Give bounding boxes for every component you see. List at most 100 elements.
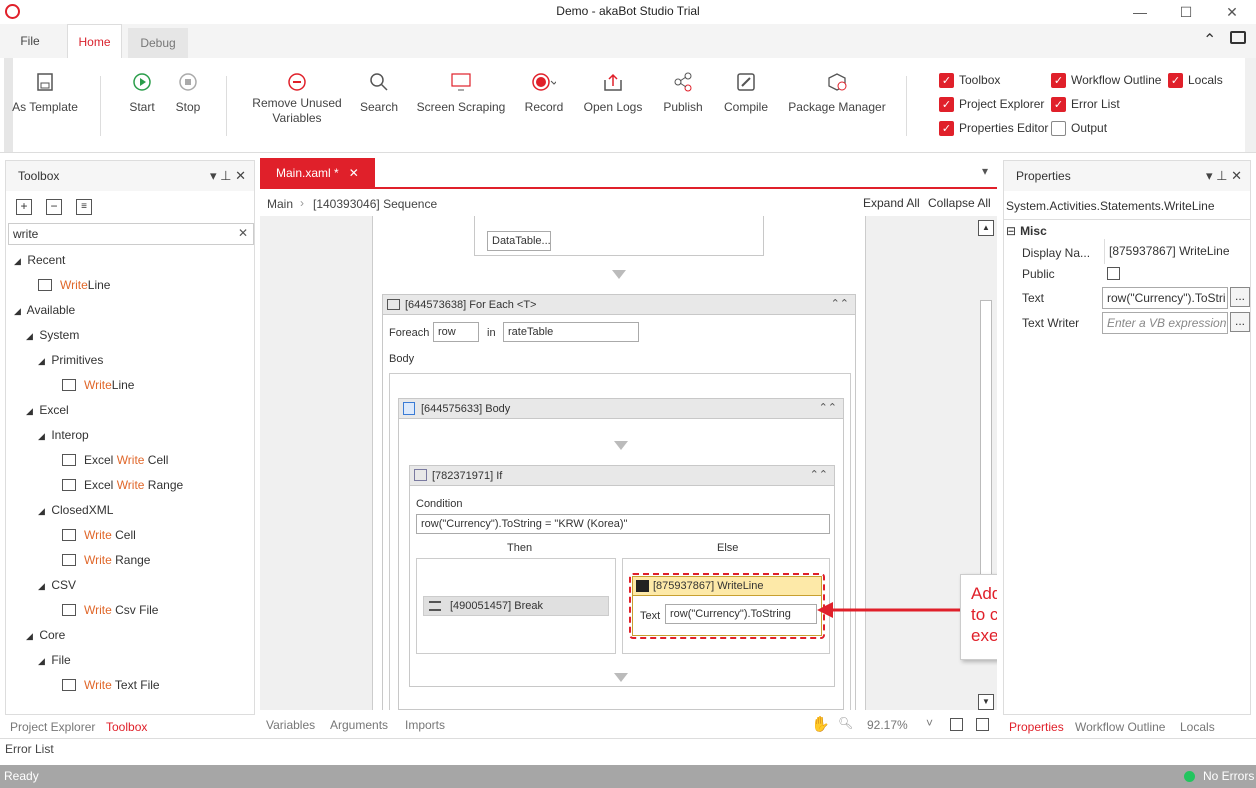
panel-controls[interactable]: ▾ ⊥ ✕ [210,161,246,191]
tree-primitives[interactable]: ◢ Primitives [14,348,252,373]
scroll-thumb[interactable] [980,300,992,600]
expand-all-icon[interactable]: + [16,199,32,215]
breadcrumb-main[interactable]: Main [267,197,293,211]
expand-all-link[interactable]: Expand All [863,196,920,210]
list-view-icon[interactable]: ≡ [76,199,92,215]
collapse-icon[interactable]: ⌃⌃ [810,468,828,481]
text-property-input[interactable]: row("Currency").ToStri [1102,287,1228,309]
zoom-icon[interactable]: 🔍︎ [838,716,853,730]
public-checkbox[interactable] [1107,267,1120,280]
breadcrumb-sequence[interactable]: [140393046] Sequence [313,197,437,211]
text-ellipsis-button[interactable]: ... [1230,287,1250,307]
tab-toolbox[interactable]: Toolbox [106,720,147,734]
close-tab-icon[interactable]: ✕ [349,166,359,180]
error-list-tab[interactable]: Error List [5,742,54,756]
tab-workflow-outline[interactable]: Workflow Outline [1075,720,1165,734]
scroll-down-icon[interactable]: ▼ [978,694,994,710]
overview-icon[interactable] [976,718,989,731]
toolbox-item-writeline[interactable]: WriteLine [14,373,252,398]
collapse-all-icon[interactable]: − [46,199,62,215]
tree-interop[interactable]: ◢ Interop [14,423,252,448]
project-explorer-checkbox[interactable]: ✓ Project Explorer [939,94,1044,114]
doc-tabs-dropdown-icon[interactable]: ▾ [982,164,988,178]
else-branch[interactable]: [875937867] WriteLine Text row("Currency… [622,558,830,654]
compile-button[interactable]: Compile [718,58,774,153]
collapse-icon[interactable]: ⌃⌃ [819,401,837,414]
display-name-field[interactable]: [875937867] WriteLine [1104,239,1250,264]
maximize-icon[interactable]: ☐ [1176,2,1196,22]
close-icon[interactable]: ✕ [1222,2,1242,22]
output-checkbox[interactable]: Output [1051,118,1107,138]
then-branch[interactable]: [490051457] Break [416,558,616,654]
error-list-checkbox[interactable]: ✓ Error List [1051,94,1120,114]
body-sequence[interactable]: [644575633] Body ⌃⌃ [782371971] If ⌃⌃ Co… [398,398,844,710]
writeline-activity[interactable]: [875937867] WriteLine Text row("Currency… [632,576,822,636]
text-writer-ellipsis-button[interactable]: ... [1230,312,1250,332]
datatable-field[interactable]: DataTable... [487,231,551,251]
hand-pan-icon[interactable]: ✋ [811,715,830,733]
scroll-up-icon[interactable]: ▲ [978,220,994,236]
remove-icon [285,70,309,94]
package-manager-button[interactable]: Package Manager [784,58,890,153]
imports-tab[interactable]: Imports [405,718,445,732]
toolbox-item-write-cell[interactable]: Write Cell [14,523,252,548]
minimize-icon[interactable]: — [1130,2,1150,22]
break-activity[interactable]: [490051457] Break [423,596,609,616]
read-range-activity[interactable]: DataTable... [474,216,764,256]
clear-search-icon[interactable]: ✕ [238,226,248,240]
panel-controls[interactable]: ▾ ⊥ ✕ [1206,161,1242,191]
publish-button[interactable]: Publish [658,58,708,153]
tab-file[interactable]: File [10,24,50,58]
start-button[interactable]: Start [122,58,162,153]
writeline-text-input[interactable]: row("Currency").ToString [665,604,817,624]
toolbox-item-excel-write-cell[interactable]: Excel Write Cell [14,448,252,473]
tree-excel[interactable]: ◢ Excel [14,398,252,423]
fit-screen-icon[interactable] [950,718,963,731]
if-activity[interactable]: [782371971] If ⌃⌃ Condition row("Currenc… [409,465,835,687]
tab-debug[interactable]: Debug [128,28,188,58]
chat-icon[interactable] [1230,31,1246,44]
locals-checkbox[interactable]: ✓ Locals [1168,70,1223,90]
condition-input[interactable]: row("Currency").ToString = "KRW (Korea)" [416,514,830,534]
tree-recent[interactable]: ◢ Recent [14,248,252,273]
zoom-level[interactable]: 92.17% [867,718,908,732]
tree-core[interactable]: ◢ Core [14,623,252,648]
open-logs-button[interactable]: Open Logs [580,58,646,153]
tree-available[interactable]: ◢ Available [14,298,252,323]
screen-scraping-button[interactable]: Screen Scraping [414,58,508,153]
foreach-variable-input[interactable]: row [433,322,479,342]
search-button[interactable]: Search [356,58,402,153]
properties-editor-checkbox[interactable]: ✓ Properties Editor [939,118,1048,138]
toolbox-item-write-range[interactable]: Write Range [14,548,252,573]
tab-project-explorer[interactable]: Project Explorer [10,720,95,734]
doc-tab-main[interactable]: Main.xaml * ✕ [260,158,375,188]
toolbox-item-write-csv[interactable]: Write Csv File [14,598,252,623]
remove-unused-variables-button[interactable]: Remove Unused Variables [248,58,346,153]
toolbox-item-excel-write-range[interactable]: Excel Write Range [14,473,252,498]
toolbox-item-writeline-recent[interactable]: WriteLine [14,273,252,298]
tree-file[interactable]: ◢ File [14,648,252,673]
ribbon-scroll-right[interactable] [1245,58,1256,152]
foreach-collection-input[interactable]: rateTable [503,322,639,342]
collapse-ribbon-icon[interactable]: ⌃ [1203,30,1216,50]
tab-properties[interactable]: Properties [1009,720,1064,734]
stop-button[interactable]: Stop [168,58,208,153]
record-button[interactable]: Record [520,58,568,153]
arguments-tab[interactable]: Arguments [330,718,388,732]
tab-locals[interactable]: Locals [1180,720,1215,734]
toolbox-checkbox[interactable]: ✓ Toolbox [939,70,1000,90]
tree-csv[interactable]: ◢ CSV [14,573,252,598]
collapse-icon[interactable]: ⌃⌃ [831,297,849,310]
zoom-dropdown-icon[interactable]: ˅ [926,716,933,730]
as-template-button[interactable]: As Template [10,58,80,153]
tab-home[interactable]: Home [67,24,122,58]
toolbox-search-input[interactable]: write ✕ [8,223,254,245]
workflow-outline-checkbox[interactable]: ✓ Workflow Outline [1051,70,1161,90]
collapse-all-link[interactable]: Collapse All [928,196,991,210]
text-writer-input[interactable]: Enter a VB expression [1102,312,1228,334]
tree-closedxml[interactable]: ◢ ClosedXML [14,498,252,523]
tree-system[interactable]: ◢ System [14,323,252,348]
variables-tab[interactable]: Variables [266,718,315,732]
foreach-activity[interactable]: [644573638] For Each <T> ⌃⌃ Foreach row … [382,294,856,710]
toolbox-item-write-text-file[interactable]: Write Text File [14,673,252,698]
